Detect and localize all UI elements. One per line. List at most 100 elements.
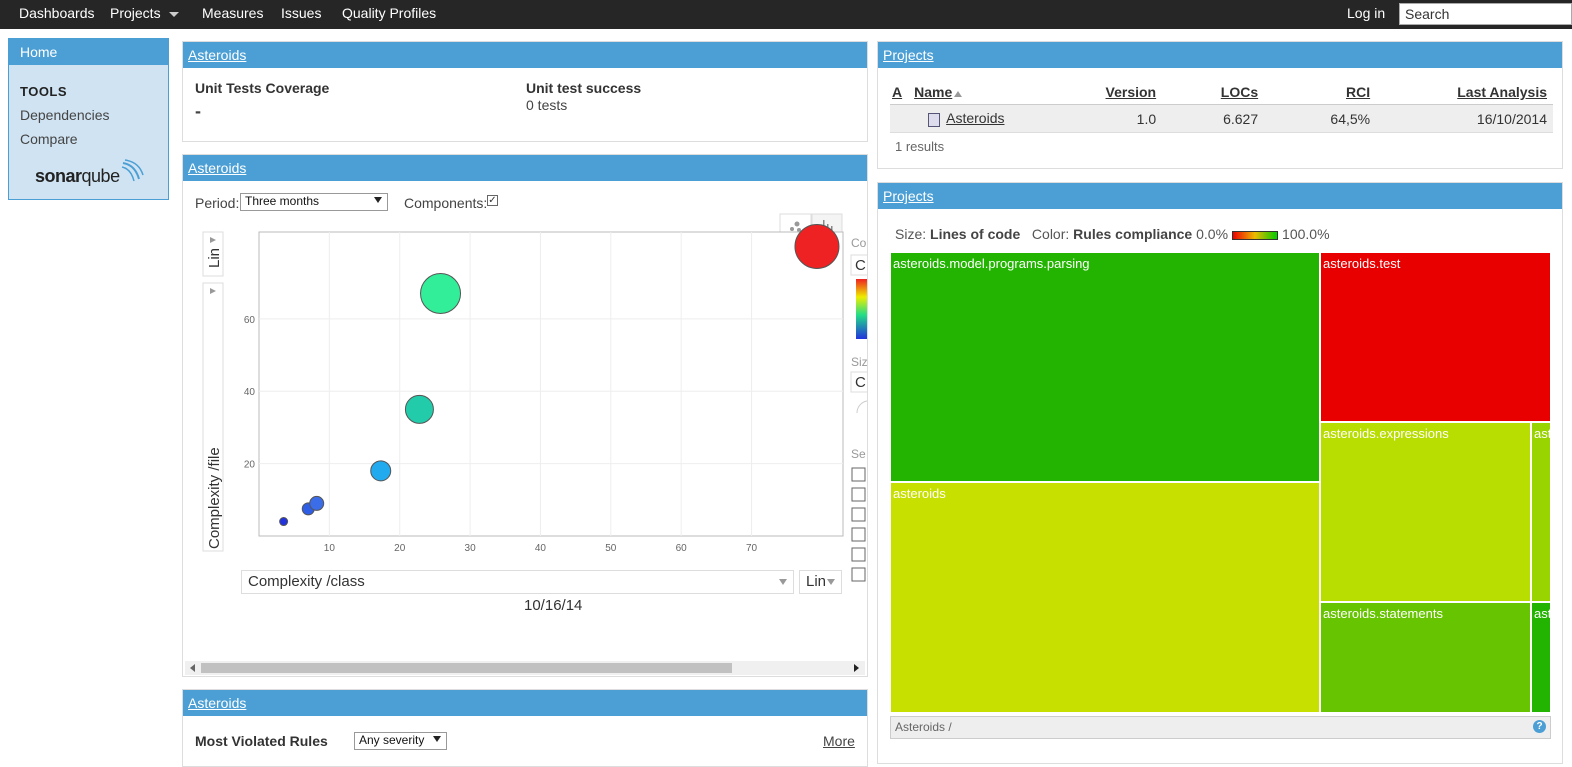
breadcrumb-text[interactable]: Asteroids / <box>895 720 952 734</box>
sonar-waves-icon <box>121 159 144 182</box>
series-checkbox[interactable] <box>851 527 866 542</box>
projects-table-widget: Projects A Name Version LOCs RCI Last An… <box>877 41 1563 169</box>
nav-projects[interactable]: Projects <box>110 0 179 29</box>
color-metric: Rules compliance <box>1073 226 1193 242</box>
x-tick-label: 20 <box>394 543 406 554</box>
success-value: 0 tests <box>526 97 568 113</box>
x-metric-select[interactable]: Complexity /class <box>241 570 794 594</box>
color-scale-bar <box>856 279 867 339</box>
sonarqube-logo: sonarqube <box>35 166 120 187</box>
project-link[interactable]: Asteroids <box>946 110 1004 126</box>
severity-select[interactable]: Any severity <box>354 732 447 750</box>
nav-dashboards[interactable]: Dashboards <box>19 0 95 29</box>
bubble-point[interactable] <box>309 495 325 511</box>
treemap-tile[interactable]: asteroids.statements <box>1320 602 1531 713</box>
table-row: Asteroids 1.0 6.627 64,5% 16/10/2014 <box>890 104 1553 133</box>
sidebar-item-dependencies[interactable]: Dependencies <box>20 107 110 123</box>
treemap-tile[interactable]: asteroids <box>890 482 1320 713</box>
y-axis-label: Complexity /file <box>206 447 223 549</box>
bubble-point[interactable] <box>794 223 840 269</box>
tile-label: asteroids.statements <box>1323 606 1443 621</box>
treemap-tile[interactable]: asteroids.test <box>1320 252 1551 422</box>
horizontal-scrollbar[interactable] <box>185 661 865 675</box>
treemap-breadcrumb: Asteroids / ? <box>890 716 1551 739</box>
series-checkbox[interactable] <box>851 567 866 582</box>
login-link[interactable]: Log in <box>1347 0 1385 29</box>
size-label: Siz <box>851 355 868 369</box>
legend-min: 0.0% <box>1196 226 1229 242</box>
tile-label: asteroids <box>893 486 946 501</box>
sidebar-item-home[interactable]: Home <box>9 39 168 65</box>
unit-tests-widget: Asteroids Unit Tests Coverage - Unit tes… <box>182 41 868 142</box>
widget-title-link[interactable]: Asteroids <box>188 47 246 63</box>
x-tick-label: 10 <box>324 543 336 554</box>
rci-cell: 64,5% <box>1264 104 1377 133</box>
nav-projects-label: Projects <box>110 5 161 21</box>
tile-label: asteroids.test <box>1323 256 1401 271</box>
widget-title-link[interactable]: Projects <box>883 47 934 63</box>
sidebar-item-compare[interactable]: Compare <box>20 131 78 147</box>
col-locs[interactable]: LOCs <box>1162 80 1265 105</box>
help-icon[interactable]: ? <box>1533 720 1546 733</box>
tile-label: ast <box>1534 426 1551 441</box>
chevron-down-icon <box>168 11 179 17</box>
treemap-tile[interactable]: asteroids.expressions <box>1320 422 1531 602</box>
last-analysis-cell: 16/10/2014 <box>1376 104 1553 133</box>
col-rci[interactable]: RCI <box>1264 80 1377 105</box>
tools-heading: TOOLS <box>20 84 68 99</box>
bubble-point[interactable] <box>420 273 462 315</box>
nav-measures[interactable]: Measures <box>202 0 263 29</box>
series-checkbox[interactable] <box>851 507 866 522</box>
series-checkboxes <box>851 467 866 582</box>
success-label: Unit test success <box>526 80 642 96</box>
alert-cell <box>890 104 909 133</box>
logo-light-text: qube <box>81 166 121 186</box>
x-tick-label: 30 <box>465 543 477 554</box>
scroll-right-icon[interactable] <box>854 664 859 672</box>
violated-rules-widget: Asteroids Most Violated Rules Any severi… <box>182 689 868 767</box>
size-label: Size: <box>895 226 927 242</box>
bubble-point[interactable] <box>370 460 392 482</box>
col-name[interactable]: Name <box>908 80 1061 105</box>
series-checkbox[interactable] <box>851 547 866 562</box>
x-tick-label: 60 <box>676 543 688 554</box>
x-scale-select[interactable]: Lin <box>799 570 842 594</box>
col-name-label: Name <box>914 84 953 100</box>
y-scale-label: Lin <box>206 248 223 268</box>
legend-max: 100.0% <box>1282 226 1330 242</box>
size-knob-icon <box>856 400 867 414</box>
name-cell: Asteroids <box>908 104 1061 133</box>
version-cell: 1.0 <box>1060 104 1163 133</box>
search-input[interactable] <box>1399 3 1572 25</box>
col-last-analysis[interactable]: Last Analysis <box>1376 80 1553 105</box>
scroll-left-icon[interactable] <box>190 664 195 672</box>
x-scale-label: Lin <box>806 573 827 590</box>
scrollbar-thumb[interactable] <box>201 663 732 673</box>
treemap-tile[interactable]: ast <box>1531 602 1551 713</box>
coverage-label: Unit Tests Coverage <box>195 80 330 96</box>
color-select-label: C <box>855 257 866 274</box>
widget-title-link[interactable]: Projects <box>883 188 934 204</box>
bubble-point[interactable] <box>279 517 289 527</box>
treemap-tile[interactable]: ast <box>1531 422 1551 602</box>
tile-label: ast <box>1534 606 1551 621</box>
treemap-tile[interactable]: asteroids.model.programs.parsing <box>890 252 1320 482</box>
nav-issues[interactable]: Issues <box>281 0 321 29</box>
logo-bold-text: sonar <box>35 166 82 186</box>
color-label: Co <box>851 236 867 250</box>
x-metric-label: Complexity /class <box>248 573 365 590</box>
more-link[interactable]: More <box>823 733 855 749</box>
color-label: Color: <box>1031 226 1070 242</box>
col-alert[interactable]: A <box>890 80 909 105</box>
y-tick-label: 40 <box>244 387 256 398</box>
y-tick-label: 20 <box>244 460 256 471</box>
locs-cell: 6.627 <box>1162 104 1265 133</box>
series-checkbox[interactable] <box>851 487 866 502</box>
widget-title-link[interactable]: Asteroids <box>188 695 246 711</box>
col-version[interactable]: Version <box>1060 80 1163 105</box>
series-checkbox[interactable] <box>851 467 866 482</box>
severity-select-value: Any severity <box>359 733 425 747</box>
bubble-point[interactable] <box>404 394 434 424</box>
tile-label: asteroids.expressions <box>1323 426 1449 441</box>
nav-quality-profiles[interactable]: Quality Profiles <box>342 0 436 29</box>
